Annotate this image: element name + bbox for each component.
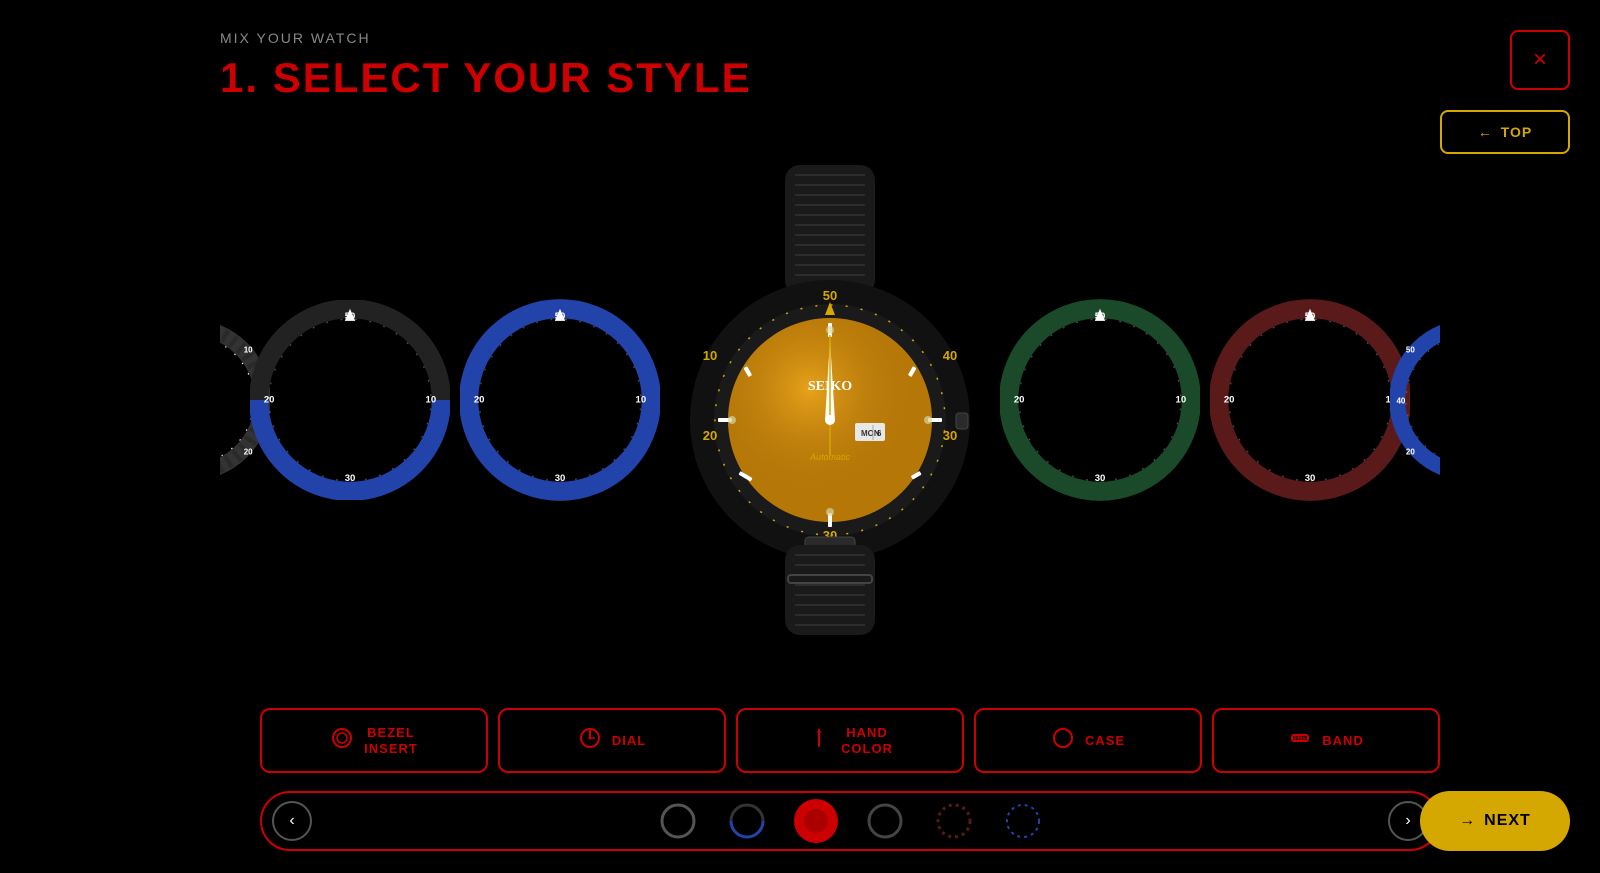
bezel-item-6[interactable]: 50 40 20: [1390, 290, 1440, 510]
svg-text:10: 10: [1176, 395, 1187, 406]
bezel-icon: [330, 726, 354, 756]
selector-dot-4[interactable]: [932, 799, 976, 843]
tab-dial-label: DIAL: [612, 733, 646, 749]
header-subtitle: MIX YOUR WATCH: [220, 30, 752, 46]
tab-band[interactable]: BAND: [1212, 708, 1440, 773]
svg-text:30: 30: [345, 473, 356, 484]
tab-band-label: BAND: [1322, 733, 1364, 749]
next-arrow-icon: ›: [1405, 812, 1410, 830]
tab-case[interactable]: CASE: [974, 708, 1202, 773]
svg-text:20: 20: [474, 395, 485, 406]
svg-text:40: 40: [1396, 397, 1405, 406]
svg-text:20: 20: [1406, 448, 1415, 457]
next-button[interactable]: → NEXT: [1420, 791, 1570, 851]
tab-dial[interactable]: DIAL: [498, 708, 726, 773]
top-arrow-icon: ←: [1478, 124, 1493, 140]
svg-text:20: 20: [1224, 395, 1235, 406]
bezel-item-4[interactable]: 50 10 30 20: [1000, 285, 1200, 515]
svg-text:20: 20: [1014, 395, 1025, 406]
bezel-item-1[interactable]: 50 10 30 20: [250, 285, 450, 515]
svg-text:30: 30: [1305, 473, 1316, 484]
selector-dots: [312, 799, 1388, 843]
hand-color-icon: [807, 726, 831, 756]
svg-text:40: 40: [943, 348, 957, 363]
top-button[interactable]: ← TOP: [1440, 110, 1570, 154]
category-tabs: BEZELINSERT DIAL HANDCOLOR CASE BAND: [260, 708, 1440, 773]
selector-dot-3[interactable]: [863, 799, 907, 843]
top-button-label: TOP: [1501, 124, 1533, 140]
svg-text:50: 50: [823, 288, 837, 303]
svg-text:10: 10: [703, 348, 717, 363]
svg-text:20: 20: [264, 395, 275, 406]
svg-text:6: 6: [877, 429, 882, 438]
selector-row: ‹: [260, 791, 1440, 851]
next-arrow-label: →: [1459, 812, 1476, 830]
tab-case-label: CASE: [1085, 733, 1125, 749]
band-icon: [1288, 726, 1312, 756]
case-icon: [1051, 726, 1075, 756]
selector-dot-2[interactable]: [794, 799, 838, 843]
svg-text:30: 30: [943, 428, 957, 443]
bezel-item-5[interactable]: 50 10 30 20: [1210, 285, 1410, 515]
svg-text:50: 50: [1406, 346, 1415, 355]
prev-arrow-icon: ‹: [289, 812, 294, 830]
svg-text:30: 30: [555, 473, 566, 484]
svg-text:20: 20: [703, 428, 717, 443]
svg-text:10: 10: [426, 395, 437, 406]
dial-icon: [578, 726, 602, 756]
watch-svg: 50 40 30 30 20 10: [680, 165, 980, 635]
prev-arrow-button[interactable]: ‹: [272, 801, 312, 841]
selector-dot-0[interactable]: [656, 799, 700, 843]
header-title: 1. SELECT YOUR STYLE: [220, 54, 752, 102]
tab-bezel-label: BEZELINSERT: [364, 725, 418, 756]
header: MIX YOUR WATCH 1. SELECT YOUR STYLE: [220, 30, 752, 102]
tab-hand-color[interactable]: HANDCOLOR: [736, 708, 964, 773]
close-button[interactable]: ×: [1510, 30, 1570, 90]
selector-dot-5[interactable]: [1001, 799, 1045, 843]
close-icon: ×: [1533, 46, 1547, 74]
next-button-label: NEXT: [1484, 812, 1531, 830]
side-label: CUSTOM WATCH BEAT MAKER: [0, 0, 200, 873]
bezel-item-2[interactable]: 50 10 30 20: [460, 285, 660, 515]
tab-hand-color-label: HANDCOLOR: [841, 725, 893, 756]
svg-text:10: 10: [636, 395, 647, 406]
watch-display: 10 50 20 50 10 30 20: [220, 140, 1440, 660]
selector-dot-1[interactable]: [725, 799, 769, 843]
tab-bezel[interactable]: BEZELINSERT: [260, 708, 488, 773]
watch-center: 50 40 30 30 20 10: [670, 170, 990, 630]
svg-text:30: 30: [1095, 473, 1106, 484]
